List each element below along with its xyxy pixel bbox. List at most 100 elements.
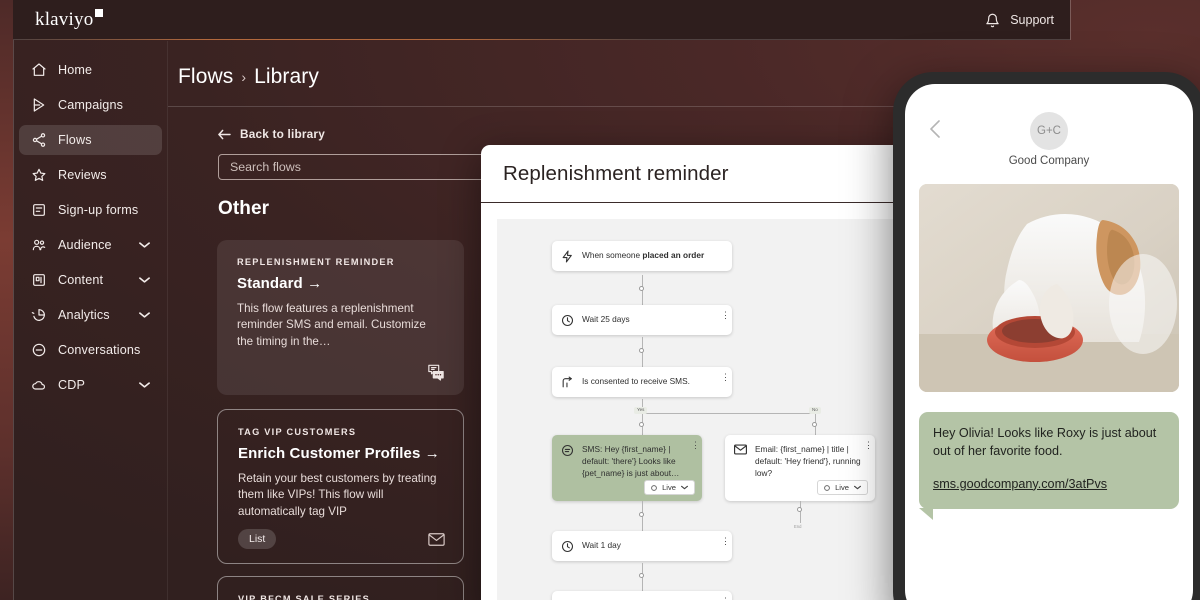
sidebar-item-home[interactable]: Home <box>19 55 162 85</box>
flows-icon <box>30 132 47 149</box>
flow-node-email-final[interactable]: Email: {first_name} | title | default: '… <box>552 591 732 600</box>
section-title: Other <box>218 198 270 219</box>
flow-card-description: Retain your best customers by treating t… <box>238 472 437 518</box>
home-icon <box>30 62 47 79</box>
flow-node-email-branch[interactable]: Email: {first_name} | title | default: '… <box>725 435 875 501</box>
sidebar-item-sign-up-forms[interactable]: Sign-up forms <box>19 195 162 225</box>
flow-card-replenishment-reminder[interactable]: REPLENISHMENT REMINDER Standard → This f… <box>217 240 464 395</box>
form-icon <box>30 202 47 219</box>
kebab-icon[interactable]: ⋮ <box>721 537 730 546</box>
sms-message-bubble: Hey Olivia! Looks like Roxy is just abou… <box>919 412 1179 520</box>
phone-mockup: G+C Good Company Hey Olivia! Looks like … <box>893 72 1200 600</box>
sms-message-link[interactable]: sms.goodcompany.com/3atPvs <box>933 477 1107 491</box>
chevron-down-icon[interactable] <box>139 311 150 319</box>
support-link[interactable]: Support <box>1010 13 1054 27</box>
message-image <box>919 184 1179 392</box>
sidebar-item-audience[interactable]: Audience <box>19 230 162 260</box>
top-bar: klaviyo Support <box>13 0 1070 40</box>
sidebar-item-label: Conversations <box>58 343 141 357</box>
chevron-down-icon[interactable] <box>139 381 150 389</box>
status-dropdown[interactable]: Live <box>817 480 868 495</box>
sidebar-item-flows[interactable]: Flows <box>19 125 162 155</box>
back-to-library-label: Back to library <box>240 127 325 141</box>
conversations-icon <box>30 342 47 359</box>
connector <box>642 413 816 414</box>
sidebar-item-label: Audience <box>58 238 112 252</box>
flow-canvas[interactable]: When someone placed an order Wait 25 day… <box>497 219 894 600</box>
status-label: Live <box>662 483 676 492</box>
content-icon <box>30 272 47 289</box>
flow-card-tag-vip-customers[interactable]: TAG VIP CUSTOMERS Enrich Customer Profil… <box>217 409 464 564</box>
branch-label-yes: Yes <box>634 407 648 414</box>
chevron-down-icon[interactable] <box>139 241 150 249</box>
flow-node-consent-split[interactable]: Is consented to receive SMS. ⋮ <box>552 367 732 397</box>
kebab-icon[interactable]: ⋮ <box>864 441 873 450</box>
clock-icon <box>561 540 574 553</box>
flow-node-text: Email: {first_name} | title | default: '… <box>755 444 861 479</box>
flow-node-wait-25-days[interactable]: Wait 25 days ⋮ <box>552 305 732 335</box>
status-dot-icon <box>824 484 830 491</box>
sidebar-item-label: Flows <box>58 133 92 147</box>
topbar-right-actions: Support <box>985 0 1054 40</box>
chevron-left-icon[interactable] <box>929 120 941 138</box>
sidebar-item-content[interactable]: Content <box>19 265 162 295</box>
status-label: Live <box>835 483 849 492</box>
flow-node-wait-1-day[interactable]: Wait 1 day ⋮ <box>552 531 732 561</box>
flow-node-sms[interactable]: SMS: Hey {first_name} | default: 'there'… <box>552 435 702 501</box>
flow-card-footer <box>237 364 446 381</box>
kebab-icon[interactable]: ⋮ <box>691 441 700 450</box>
flow-card-title: Enrich Customer Profiles → <box>238 445 440 462</box>
left-edge-strip <box>0 0 13 600</box>
sms-icon <box>561 444 574 457</box>
flow-node-text-bold: placed an order <box>642 250 705 260</box>
clock-icon <box>561 314 574 327</box>
app-root: klaviyo Support Home Campaigns Flows Rev… <box>0 0 1200 600</box>
sms-message-text: Hey Olivia! Looks like Roxy is just abou… <box>933 426 1157 458</box>
status-dropdown[interactable]: Live <box>644 480 695 495</box>
avatar: G+C <box>1030 112 1068 150</box>
sidebar-item-reviews[interactable]: Reviews <box>19 160 162 190</box>
sidebar-item-conversations[interactable]: Conversations <box>19 335 162 365</box>
kebab-icon[interactable]: ⋮ <box>721 311 730 320</box>
send-icon <box>30 97 47 114</box>
sidebar-item-label: Home <box>58 63 93 77</box>
envelope-icon <box>428 532 445 546</box>
branch-label-no: No <box>809 407 821 414</box>
flow-node-text: When someone placed an order <box>582 249 704 261</box>
flow-card-description: This flow features a replenishment remin… <box>237 302 426 348</box>
kebab-icon[interactable]: ⋮ <box>721 373 730 382</box>
klaviyo-logo[interactable]: klaviyo <box>35 9 104 31</box>
sidebar-item-cdp[interactable]: CDP <box>19 370 162 400</box>
logo-text: klaviyo <box>35 9 94 30</box>
breadcrumb-parent[interactable]: Flows <box>178 65 233 89</box>
sidebar-item-label: Reviews <box>58 168 107 182</box>
flow-card-eyebrow: VIP BFCM SALE SERIES <box>238 594 371 600</box>
sidebar-item-analytics[interactable]: Analytics <box>19 300 162 330</box>
sidebar-item-label: Analytics <box>58 308 110 322</box>
flow-node-text: Is consented to receive SMS. <box>582 376 690 386</box>
lightning-icon <box>561 250 574 263</box>
flow-builder-title: Replenishment reminder <box>503 161 729 185</box>
flow-node-trigger[interactable]: When someone placed an order <box>552 241 732 271</box>
end-label-right: End <box>794 524 802 529</box>
sidebar-item-label: Content <box>58 273 104 287</box>
chevron-down-icon <box>681 485 688 490</box>
flow-card-chip: List <box>238 529 277 549</box>
sidebar-item-label: Campaigns <box>58 98 124 112</box>
bell-icon[interactable] <box>985 13 1000 28</box>
status-dot-icon <box>651 484 657 491</box>
sidebar-item-campaigns[interactable]: Campaigns <box>19 90 162 120</box>
flow-card-vip-bfcm-sale-series[interactable]: VIP BFCM SALE SERIES <box>217 576 464 600</box>
flow-card-eyebrow: TAG VIP CUSTOMERS <box>238 427 357 437</box>
chevron-down-icon[interactable] <box>139 276 150 284</box>
chevron-down-icon <box>854 485 861 490</box>
connector-dot <box>639 286 644 291</box>
back-to-library-link[interactable]: Back to library <box>218 127 325 141</box>
topbar-right-divider <box>1070 0 1071 40</box>
breadcrumb-separator: › <box>241 69 247 85</box>
sidebar: Home Campaigns Flows Reviews Sign-up for <box>13 41 168 600</box>
breadcrumb-current: Library <box>254 65 319 88</box>
sender-name: Good Company <box>1008 155 1090 167</box>
flow-builder-header: Replenishment reminder <box>481 145 910 203</box>
dog-eating-from-bowl-photo <box>919 184 1179 392</box>
